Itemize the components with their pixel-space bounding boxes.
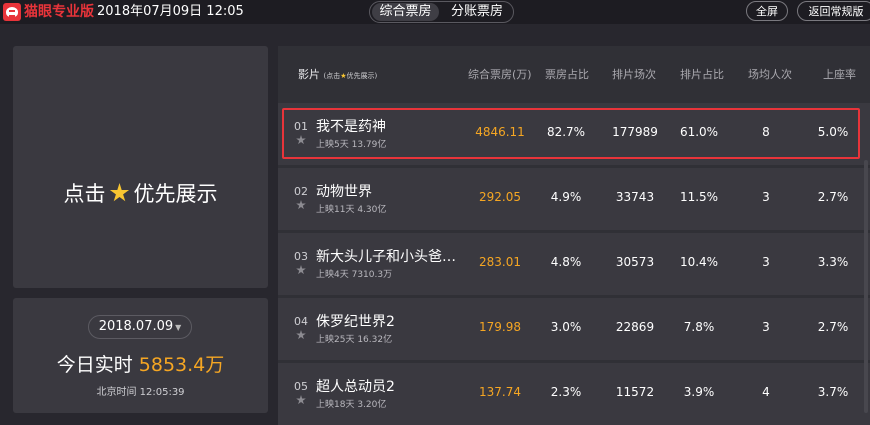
- realtime-value: 5853.4: [138, 354, 206, 376]
- header-avg-people[interactable]: 场均人次: [748, 66, 792, 82]
- tab-split-box-office[interactable]: 分账票房: [442, 3, 512, 21]
- fullscreen-button[interactable]: 全屏: [746, 1, 788, 21]
- pin-star-icon[interactable]: [296, 200, 306, 210]
- row-index: 03: [294, 250, 308, 263]
- table-header: 影片 (点击★优先展示) 综合票房(万) 票房占比 排片场次 排片占比 场均人次…: [278, 58, 870, 88]
- realtime-total: 今日实时 5853.4万: [13, 350, 268, 377]
- row-occupancy: 2.7%: [817, 320, 849, 334]
- current-datetime: 2018年07月09日 12:05: [97, 4, 244, 19]
- realtime-label: 今日实时: [56, 354, 133, 376]
- promo-text-after: 优先展示: [133, 182, 218, 206]
- row-occupancy: 3.7%: [817, 385, 849, 399]
- pin-star-icon[interactable]: [296, 395, 306, 405]
- header-gross[interactable]: 综合票房(万): [468, 66, 532, 82]
- header-shows[interactable]: 排片场次: [612, 66, 656, 82]
- movie-release-info: 上映18天 3.20亿: [316, 400, 387, 410]
- top-bar: 猫眼专业版 2018年07月09日 12:05 综合票房 分账票房 全屏 返回常…: [0, 0, 870, 24]
- brand-name: 猫眼专业版: [24, 4, 94, 20]
- header-show-share[interactable]: 排片占比: [680, 66, 724, 82]
- row-gross-share: 82.7%: [546, 125, 586, 139]
- star-icon: [109, 183, 130, 202]
- movie-name: 超人总动员2: [316, 379, 395, 395]
- row-gross-share: 4.9%: [550, 190, 582, 204]
- caret-down-icon: ▼: [175, 323, 182, 332]
- header-movie-hint: (点击★优先展示): [323, 72, 378, 80]
- row-occupancy: 5.0%: [817, 125, 849, 139]
- pin-star-icon[interactable]: [296, 135, 306, 145]
- pin-star-icon[interactable]: [296, 265, 306, 275]
- row-gross-share: 2.3%: [550, 385, 582, 399]
- realtime-unit: 万: [205, 354, 225, 376]
- row-index: 05: [294, 380, 308, 393]
- box-office-type-switch: 综合票房 分账票房: [369, 1, 514, 23]
- pin-star-icon[interactable]: [296, 330, 306, 340]
- movie-release-info: 上映4天 7310.3万: [316, 270, 393, 280]
- selected-date: 2018.07.09: [98, 319, 174, 334]
- table-row[interactable]: 01 我不是药神 上映5天 13.79亿 4846.11 82.7% 177989 61.0…: [278, 103, 870, 165]
- movie-name: 动物世界: [316, 184, 372, 200]
- movie-name: 新大头儿子和小头爸…: [316, 249, 456, 265]
- movie-release-info: 上映25天 16.32亿: [316, 335, 393, 345]
- promo-text[interactable]: 点击 优先展示: [13, 178, 268, 208]
- table-row[interactable]: 03 新大头儿子和小头爸… 上映4天 7310.3万 283.01 4.8% 30573 1…: [278, 233, 870, 295]
- promo-panel[interactable]: [13, 46, 268, 288]
- movie-name: 我不是药神: [316, 119, 386, 135]
- table-row[interactable]: 05 超人总动员2 上映18天 3.20亿 137.74 2.3% 11572 3.9% 4 3…: [278, 363, 870, 425]
- tab-combined-box-office[interactable]: 综合票房: [372, 3, 439, 21]
- promo-text-before: 点击: [63, 182, 106, 206]
- header-movie: 影片 (点击★优先展示): [298, 68, 378, 81]
- table-row[interactable]: 02 动物世界 上映11天 4.30亿 292.05 4.9% 33743 11.5% 3 2.…: [278, 168, 870, 230]
- row-occupancy: 3.3%: [817, 255, 849, 269]
- back-to-normal-button[interactable]: 返回常规版: [797, 1, 870, 21]
- header-occupancy[interactable]: 上座率: [823, 66, 856, 82]
- maoyan-logo-icon: [3, 3, 21, 21]
- row-gross-share: 3.0%: [550, 320, 582, 334]
- movie-name: 侏罗纪世界2: [316, 314, 395, 330]
- header-gross-share[interactable]: 票房占比: [545, 66, 589, 82]
- table-scrollbar[interactable]: [864, 160, 868, 413]
- row-occupancy: 2.7%: [817, 190, 849, 204]
- row-index: 04: [294, 315, 308, 328]
- table-row[interactable]: 04 侏罗纪世界2 上映25天 16.32亿 179.98 3.0% 22869 7.8% 3…: [278, 298, 870, 360]
- beijing-time: 北京时间 12:05:39: [96, 387, 185, 398]
- movie-release-info: 上映5天 13.79亿: [316, 140, 387, 150]
- row-index: 01: [294, 120, 308, 133]
- movie-release-info: 上映11天 4.30亿: [316, 205, 387, 215]
- row-gross-share: 4.8%: [550, 255, 582, 269]
- row-index: 02: [294, 185, 308, 198]
- date-selector[interactable]: 2018.07.09 ▼: [88, 315, 192, 339]
